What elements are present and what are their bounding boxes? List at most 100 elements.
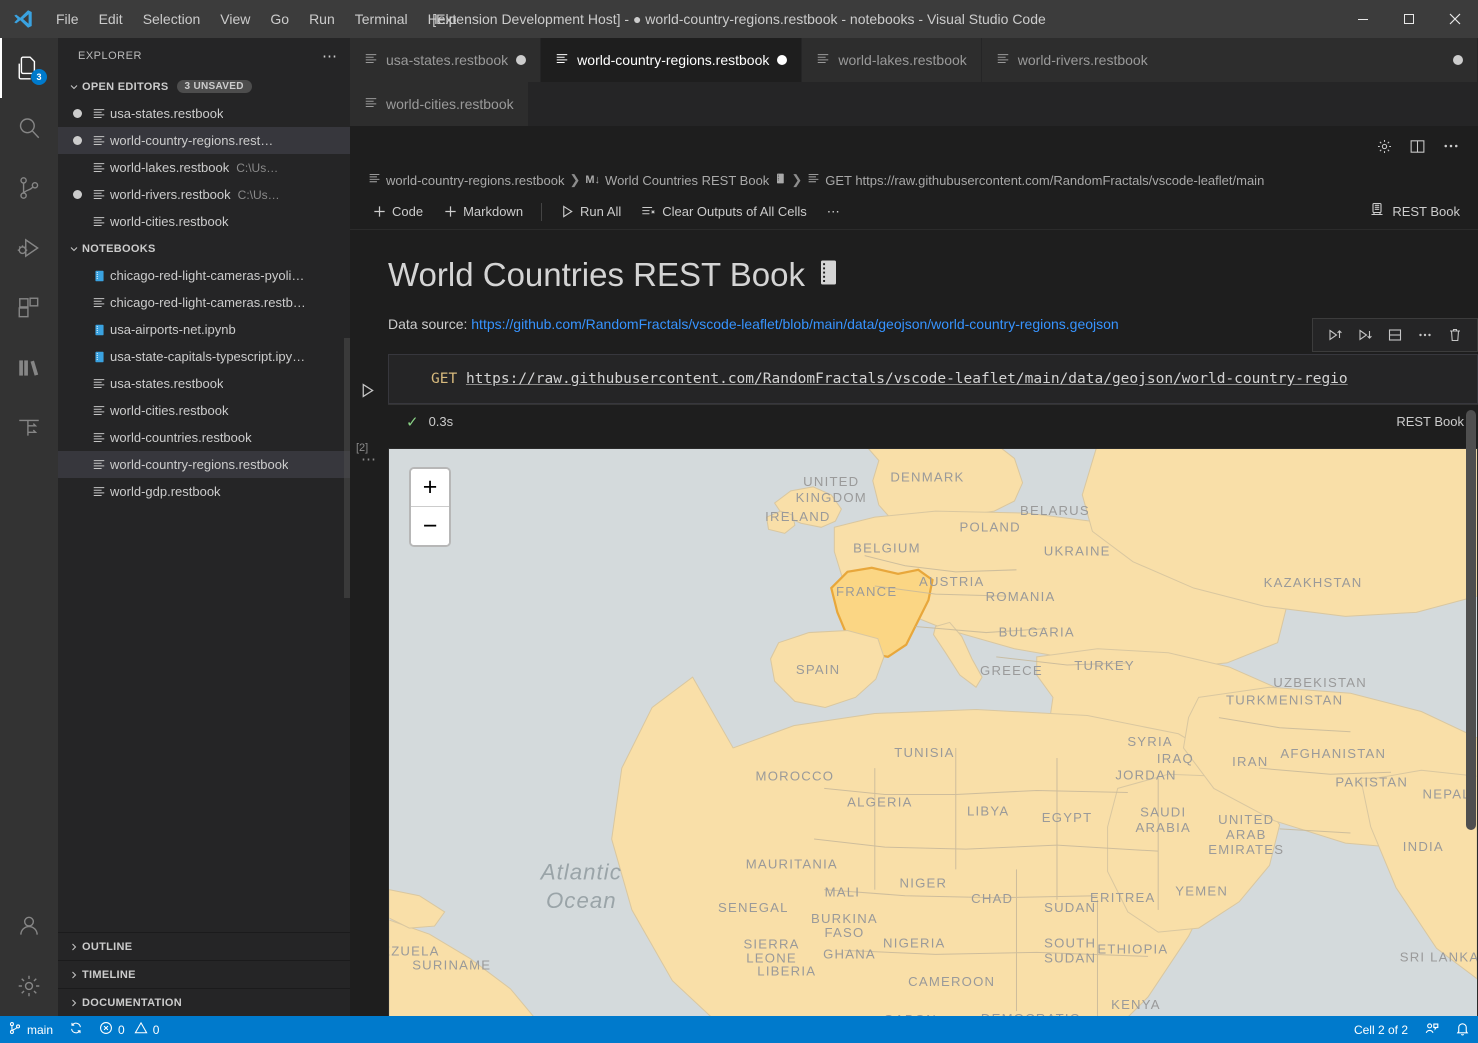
chevron-right-icon — [66, 997, 82, 1009]
menu-help[interactable]: Help — [418, 0, 467, 38]
notebooks-label: NOTEBOOKS — [82, 243, 156, 255]
notebook-item[interactable]: usa-state-capitals-typescript.ipy… — [58, 343, 350, 370]
run-cell-button[interactable] — [359, 382, 376, 402]
zoom-in-button[interactable]: + — [411, 469, 449, 507]
restbook-icon — [364, 52, 378, 69]
notebook-scrollbar-thumb[interactable] — [1466, 410, 1476, 830]
tab-world-rivers[interactable]: world-rivers.restbook — [982, 38, 1478, 82]
activity-extensions[interactable] — [0, 278, 58, 338]
data-source-link[interactable]: https://github.com/RandomFractals/vscode… — [471, 316, 1118, 332]
kernel-selector[interactable]: REST Book — [1369, 202, 1478, 221]
section-documentation[interactable]: DOCUMENTATION — [58, 988, 350, 1016]
tab-usa-states[interactable]: usa-states.restbook — [350, 38, 541, 82]
open-editor-world-rivers[interactable]: world-rivers.restbook C:\Us… — [58, 181, 350, 208]
tab-label: world-lakes.restbook — [838, 52, 966, 68]
cell-content: GET https://raw.githubusercontent.com/Ra… — [388, 354, 1478, 438]
notebook-more-icon[interactable]: ⋯ — [819, 201, 848, 223]
clear-outputs-button[interactable]: Clear Outputs of All Cells — [633, 201, 815, 222]
tab-dirty-icon[interactable] — [516, 55, 526, 65]
section-outline[interactable]: OUTLINE — [58, 932, 350, 960]
map-country-label: SPAIN — [796, 662, 841, 677]
ellipsis-icon[interactable] — [1442, 137, 1460, 155]
notebook-item[interactable]: world-cities.restbook — [58, 397, 350, 424]
zoom-out-button[interactable]: − — [411, 507, 449, 545]
tab-world-lakes[interactable]: world-lakes.restbook — [802, 38, 981, 82]
run-below-icon[interactable] — [1353, 325, 1377, 345]
notebook-item-selected[interactable]: world-country-regions.restbook — [58, 451, 350, 478]
status-problems[interactable]: 0 0 — [91, 1016, 167, 1043]
activity-settings[interactable] — [0, 956, 58, 1016]
error-icon — [99, 1021, 113, 1038]
tab-dirty-icon[interactable] — [1453, 55, 1463, 65]
notebook-item[interactable]: chicago-red-light-cameras.restb… — [58, 289, 350, 316]
breadcrumb-cell-markdown[interactable]: M↓ World Countries REST Book — [585, 172, 786, 188]
run-above-icon[interactable] — [1323, 325, 1347, 345]
file-name: world-country-regions.restbook — [110, 457, 288, 472]
add-code-cell-button[interactable]: Code — [364, 201, 431, 222]
notebook-title: World Countries REST Book — [388, 256, 1458, 294]
open-editor-usa-states[interactable]: usa-states.restbook — [58, 100, 350, 127]
cell-editor[interactable]: GET https://raw.githubusercontent.com/Ra… — [388, 354, 1478, 404]
status-sync[interactable] — [61, 1016, 91, 1043]
notebook-item[interactable]: world-countries.restbook — [58, 424, 350, 451]
ellipsis-icon[interactable] — [1413, 325, 1437, 345]
status-cell-position[interactable]: Cell 2 of 2 — [1346, 1016, 1416, 1043]
breadcrumb-file[interactable]: world-country-regions.restbook — [368, 172, 564, 188]
restbook-icon — [88, 431, 110, 445]
tab-dirty-icon[interactable] — [777, 55, 787, 65]
map-country-label: NIGERIA — [883, 935, 946, 950]
minimize-button[interactable] — [1340, 0, 1386, 38]
run-all-button[interactable]: Run All — [552, 201, 629, 222]
open-editor-world-cities[interactable]: world-cities.restbook — [58, 208, 350, 235]
activity-source-control[interactable] — [0, 158, 58, 218]
maximize-button[interactable] — [1386, 0, 1432, 38]
split-editor-icon[interactable] — [1409, 138, 1426, 155]
status-bar: main 0 0 Cell 2 of 2 — [0, 1016, 1478, 1043]
tab-world-country-regions[interactable]: world-country-regions.restbook — [541, 38, 802, 82]
map-country-label: TURKEY — [1074, 658, 1135, 673]
activity-accounts[interactable] — [0, 896, 58, 956]
map-country-label: GREECE — [980, 663, 1043, 678]
status-live-share[interactable] — [1416, 1016, 1447, 1043]
output-more-icon[interactable]: ⋯ — [350, 448, 388, 1016]
add-markdown-cell-button[interactable]: Markdown — [435, 201, 531, 222]
menu-selection[interactable]: Selection — [133, 0, 211, 38]
tab-world-cities[interactable]: world-cities.restbook — [350, 82, 529, 126]
cell-code-line[interactable]: GET https://raw.githubusercontent.com/Ra… — [389, 355, 1477, 403]
menu-file[interactable]: File — [46, 0, 89, 38]
leaflet-map[interactable]: UNITEDKINGDOMIRELANDDENMARKBELGIUMFRANCE… — [388, 448, 1478, 1016]
activity-rest-book[interactable] — [0, 398, 58, 458]
gear-icon[interactable] — [1376, 138, 1393, 155]
file-name: world-gdp.restbook — [110, 484, 221, 499]
markdown-cell[interactable]: World Countries REST Book Data source: h… — [350, 230, 1478, 332]
split-cell-icon[interactable] — [1383, 325, 1407, 345]
open-editor-world-lakes[interactable]: world-lakes.restbook C:\Us… — [58, 154, 350, 181]
menu-terminal[interactable]: Terminal — [345, 0, 418, 38]
notebook-item[interactable]: chicago-red-light-cameras-pyoli… — [58, 262, 350, 289]
notebook-scrollbar[interactable] — [1464, 230, 1478, 1016]
restbook-icon — [364, 96, 378, 113]
menu-edit[interactable]: Edit — [89, 0, 133, 38]
notebook-item[interactable]: usa-airports-net.ipynb — [58, 316, 350, 343]
menu-run[interactable]: Run — [299, 0, 345, 38]
activity-search[interactable] — [0, 98, 58, 158]
open-editor-world-country-regions[interactable]: world-country-regions.rest… — [58, 127, 350, 154]
notebook-item[interactable]: usa-states.restbook — [58, 370, 350, 397]
breadcrumb-cell-request[interactable]: GET https://raw.githubusercontent.com/Ra… — [807, 172, 1264, 188]
section-notebooks[interactable]: NOTEBOOKS — [58, 235, 350, 262]
map-country-label: KINGDOM — [796, 490, 867, 505]
status-branch[interactable]: main — [0, 1016, 61, 1043]
close-button[interactable] — [1432, 0, 1478, 38]
map-zoom-controls[interactable]: + − — [409, 467, 451, 547]
menu-bar[interactable]: File Edit Selection View Go Run Terminal… — [46, 0, 466, 38]
section-open-editors[interactable]: OPEN EDITORS 3 UNSAVED — [58, 73, 350, 100]
status-notifications[interactable] — [1447, 1016, 1478, 1043]
menu-view[interactable]: View — [210, 0, 260, 38]
section-timeline[interactable]: TIMELINE — [58, 960, 350, 988]
activity-data-library[interactable] — [0, 338, 58, 398]
menu-go[interactable]: Go — [260, 0, 299, 38]
activity-run-debug[interactable] — [0, 218, 58, 278]
notebook-item[interactable]: world-gdp.restbook — [58, 478, 350, 505]
activity-explorer[interactable]: 3 — [0, 38, 58, 98]
sidebar-more-icon[interactable]: ⋯ — [322, 47, 338, 65]
